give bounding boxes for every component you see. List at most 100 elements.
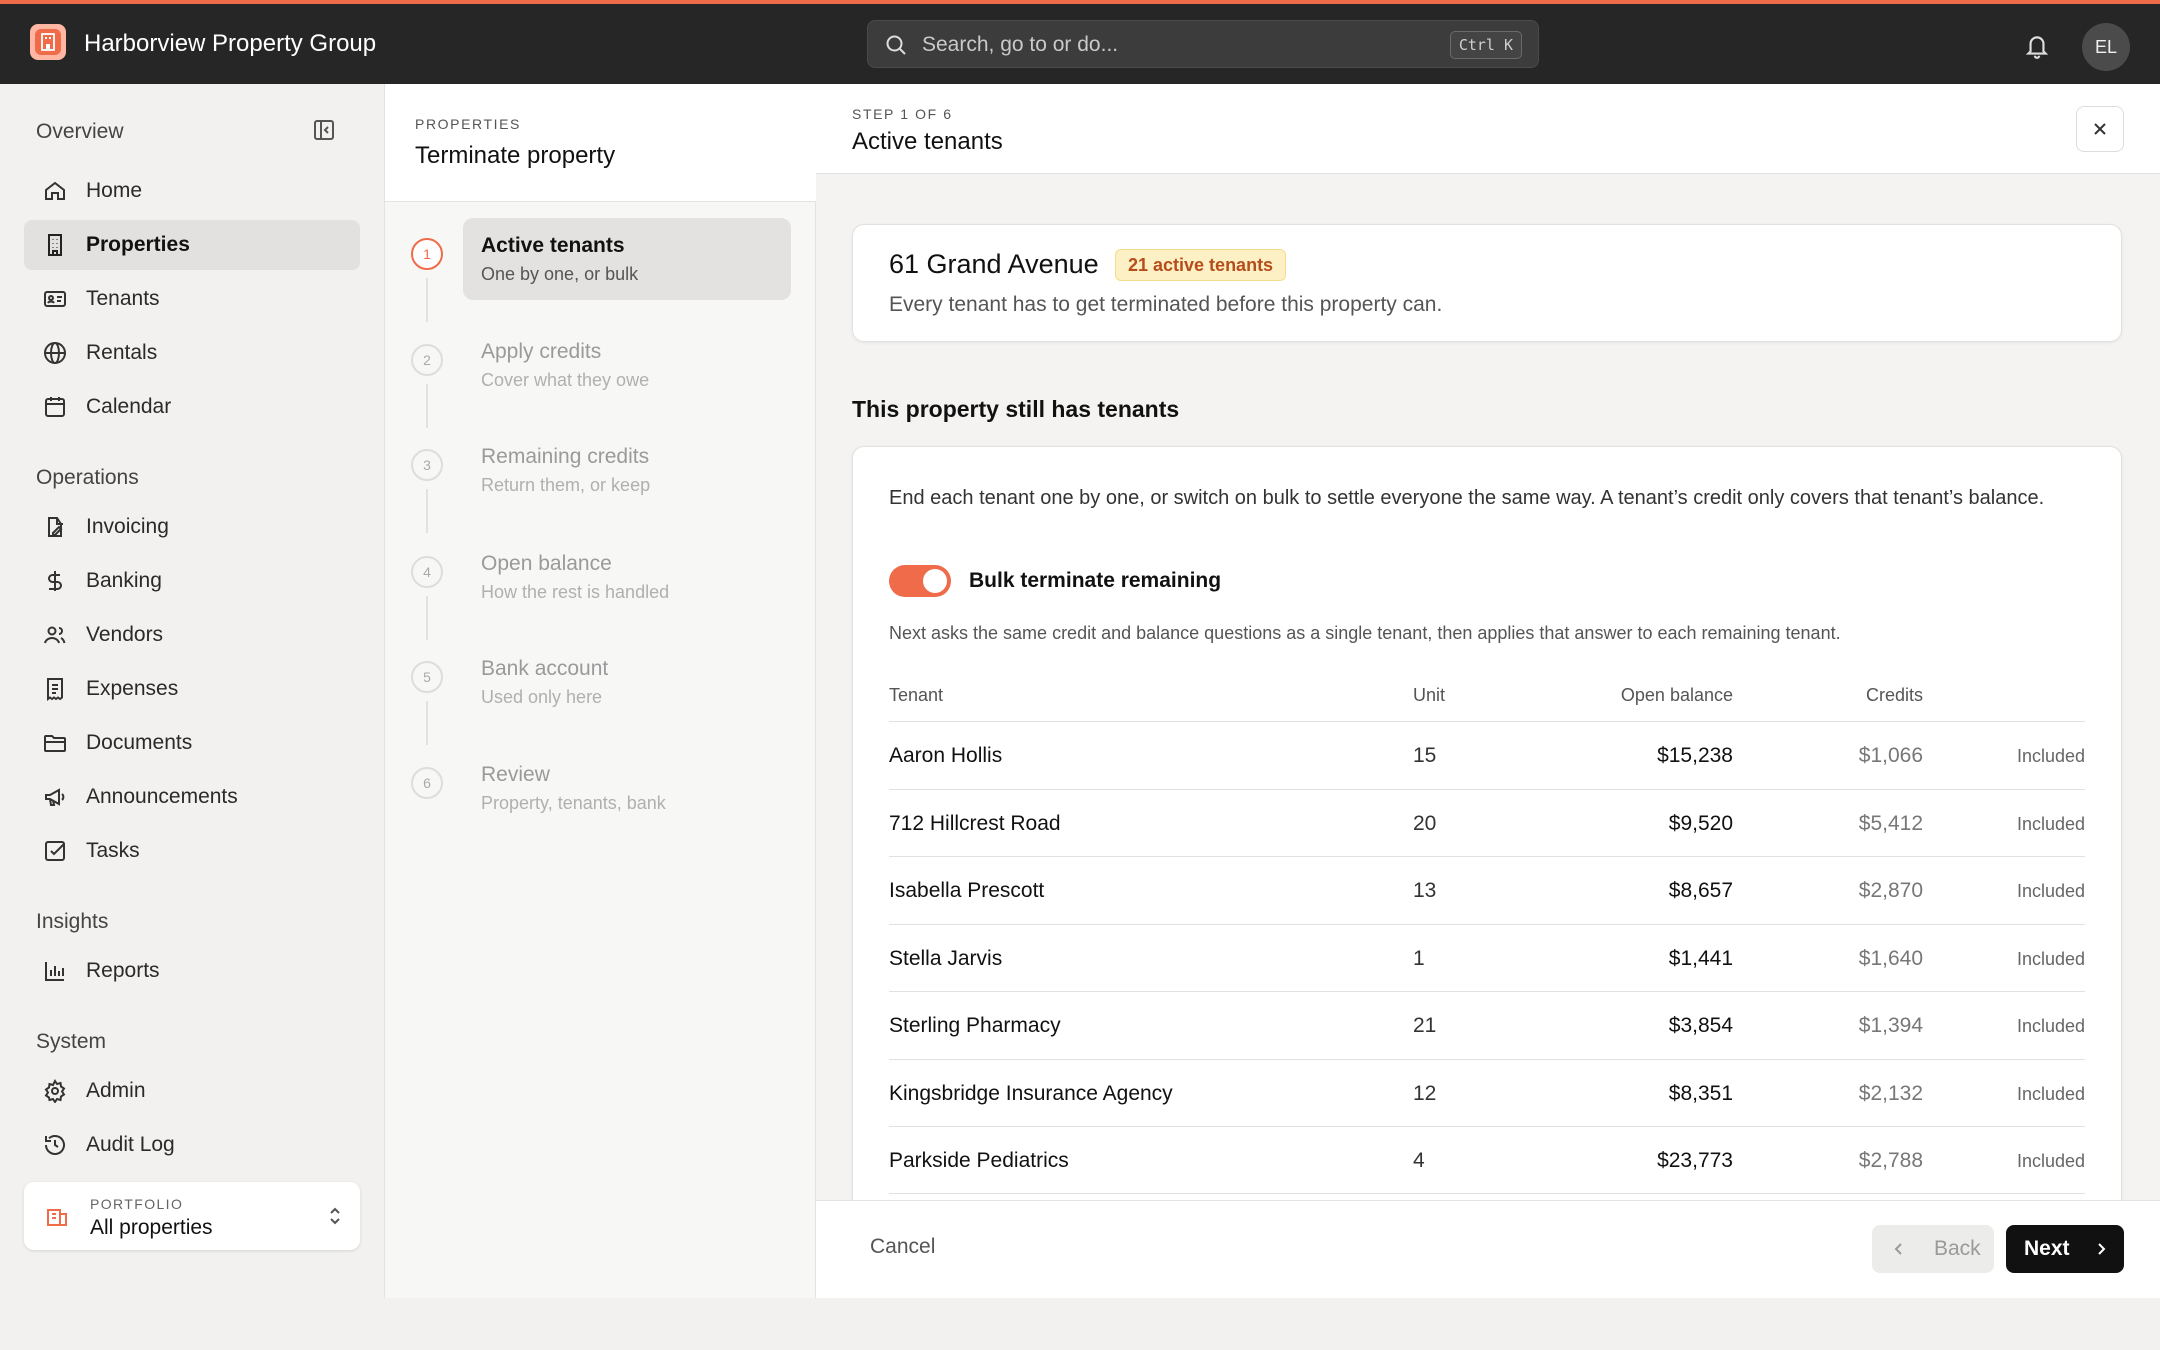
- back-button[interactable]: Back: [1872, 1225, 1994, 1273]
- step-number: 6: [411, 767, 443, 799]
- building-logo-icon: [35, 29, 61, 55]
- property-summary-card: 61 Grand Avenue 21 active tenants Every …: [852, 224, 2122, 342]
- sidebar-section-insights: Insights: [36, 910, 109, 933]
- cancel-button[interactable]: Cancel: [870, 1235, 935, 1259]
- step-header: STEP 1 OF 6 Active tenants: [816, 84, 2160, 174]
- sidebar-item-tasks[interactable]: Tasks: [24, 826, 360, 876]
- table-row[interactable]: Aaron Hollis 15 $15,238 $1,066 Included: [889, 721, 2085, 789]
- included-status: Included: [2016, 1016, 2085, 1036]
- step-description: Property, tenants, bank: [481, 793, 666, 813]
- bulk-terminate-toggle[interactable]: [889, 565, 951, 597]
- credits: $1,394: [1858, 1014, 1923, 1037]
- column-header-credits: Credits: [1865, 685, 1923, 705]
- included-status: Included: [2016, 746, 2085, 766]
- sidebar-item-home[interactable]: Home: [24, 166, 360, 216]
- sidebar-item-audit-log[interactable]: Audit Log: [24, 1120, 360, 1170]
- calendar-icon: [42, 395, 68, 419]
- step-title-heading: Active tenants: [852, 128, 1003, 155]
- credits: $1,640: [1858, 947, 1923, 970]
- chevron-right-icon: [2094, 1241, 2108, 1257]
- wizard-title: Terminate property: [415, 142, 616, 169]
- bell-icon[interactable]: [2024, 32, 2050, 60]
- table-row[interactable]: 712 Hillcrest Road 20 $9,520 $5,412 Incl…: [889, 789, 2085, 857]
- sidebar-item-calendar[interactable]: Calendar: [24, 382, 360, 432]
- included-status: Included: [2016, 1151, 2085, 1171]
- sidebar-item-expenses[interactable]: Expenses: [24, 664, 360, 714]
- unit-number: 4: [1413, 1149, 1425, 1172]
- step-connector: [426, 596, 428, 640]
- tenant-name: Isabella Prescott: [889, 879, 1045, 902]
- sidebar-item-label: Tenants: [86, 287, 160, 310]
- sidebar-item-label: Expenses: [86, 677, 179, 700]
- collapse-sidebar-icon[interactable]: [312, 118, 336, 142]
- step-connector: [426, 278, 428, 322]
- status-badge: 21 active tenants: [1115, 249, 1287, 281]
- table-row[interactable]: Isabella Prescott 13 $8,657 $2,870 Inclu…: [889, 856, 2085, 924]
- sidebar-item-banking[interactable]: Banking: [24, 556, 360, 606]
- portfolio-label: PORTFOLIO: [90, 1196, 184, 1212]
- table-row[interactable]: Sterling Pharmacy 21 $3,854 $1,394 Inclu…: [889, 991, 2085, 1059]
- sidebar-item-reports[interactable]: Reports: [24, 946, 360, 996]
- step-active-tenants[interactable]: 1 Active tenants One by one, or bulk: [385, 218, 817, 326]
- avatar[interactable]: EL: [2082, 23, 2130, 71]
- step-remaining-credits[interactable]: 3 Remaining credits Return them, or keep: [385, 445, 817, 537]
- open-balance: $8,657: [1668, 879, 1733, 902]
- sidebar-item-properties[interactable]: Properties: [24, 220, 360, 270]
- tenant-name: Aaron Hollis: [889, 744, 1003, 767]
- portfolio-value: All properties: [90, 1216, 213, 1239]
- top-bar: Harborview Property Group Search, go to …: [0, 0, 2160, 84]
- megaphone-icon: [42, 785, 68, 809]
- search-icon: [884, 33, 908, 57]
- sidebar-item-documents[interactable]: Documents: [24, 718, 360, 768]
- open-balance: $9,520: [1668, 812, 1733, 835]
- step-review[interactable]: 6 Review Property, tenants, bank: [385, 763, 817, 855]
- column-header-tenant: Tenant: [889, 685, 944, 705]
- table-row[interactable]: Kingsbridge Insurance Agency 12 $8,351 $…: [889, 1059, 2085, 1127]
- table-row[interactable]: Stella Jarvis 1 $1,441 $1,640 Included: [889, 924, 2085, 992]
- step-bank-account[interactable]: 5 Bank account Used only here: [385, 657, 817, 749]
- property-name: 61 Grand Avenue: [889, 249, 1099, 279]
- step-title: Review: [481, 763, 550, 786]
- sidebar-item-admin[interactable]: Admin: [24, 1066, 360, 1116]
- step-connector: [426, 489, 428, 533]
- included-status: Included: [2016, 814, 2085, 834]
- credits: $1,066: [1858, 744, 1923, 767]
- step-title: Bank account: [481, 657, 609, 680]
- unit-number: 13: [1413, 879, 1437, 902]
- sidebar-item-rentals[interactable]: Rentals: [24, 328, 360, 378]
- included-status: Included: [2016, 949, 2085, 969]
- toggle-knob: [923, 569, 947, 593]
- table-row[interactable]: Parkside Pediatrics 4 $23,773 $2,788 Inc…: [889, 1126, 2085, 1194]
- dollar-icon: [42, 569, 68, 593]
- step-apply-credits[interactable]: 2 Apply credits Cover what they owe: [385, 340, 817, 432]
- bar-chart-icon: [42, 959, 68, 983]
- invoice-pen-icon: [42, 515, 68, 539]
- sidebar-item-label: Announcements: [86, 785, 238, 808]
- step-open-balance[interactable]: 4 Open balance How the rest is handled: [385, 552, 817, 644]
- step-counter: STEP 1 OF 6: [852, 106, 953, 122]
- wizard-footer: Cancel Back Next: [816, 1200, 2160, 1298]
- close-button[interactable]: [2076, 106, 2124, 152]
- open-balance: $23,773: [1657, 1149, 1733, 1172]
- included-status: Included: [2016, 881, 2085, 901]
- users-icon: [42, 623, 68, 647]
- app-title: Harborview Property Group: [84, 30, 377, 57]
- sidebar-item-announcements[interactable]: Announcements: [24, 772, 360, 822]
- unit-number: 15: [1413, 744, 1437, 767]
- sidebar-item-tenants[interactable]: Tenants: [24, 274, 360, 324]
- sidebar-item-label: Documents: [86, 731, 193, 754]
- sidebar-item-label: Banking: [86, 569, 162, 592]
- id-card-icon: [42, 287, 68, 311]
- search-input[interactable]: Search, go to or do... Ctrl K: [867, 20, 1539, 68]
- sidebar-item-invoicing[interactable]: Invoicing: [24, 502, 360, 552]
- next-button[interactable]: Next: [2006, 1225, 2124, 1273]
- logo[interactable]: [30, 24, 66, 60]
- gear-icon: [42, 1079, 68, 1103]
- step-description: Return them, or keep: [481, 475, 651, 495]
- step-description: Cover what they owe: [481, 370, 650, 390]
- sidebar-item-vendors[interactable]: Vendors: [24, 610, 360, 660]
- step-number: 2: [411, 344, 443, 376]
- column-header-unit: Unit: [1413, 685, 1446, 705]
- portfolio-selector[interactable]: PORTFOLIO All properties: [24, 1182, 360, 1250]
- tenant-name: Parkside Pediatrics: [889, 1149, 1069, 1172]
